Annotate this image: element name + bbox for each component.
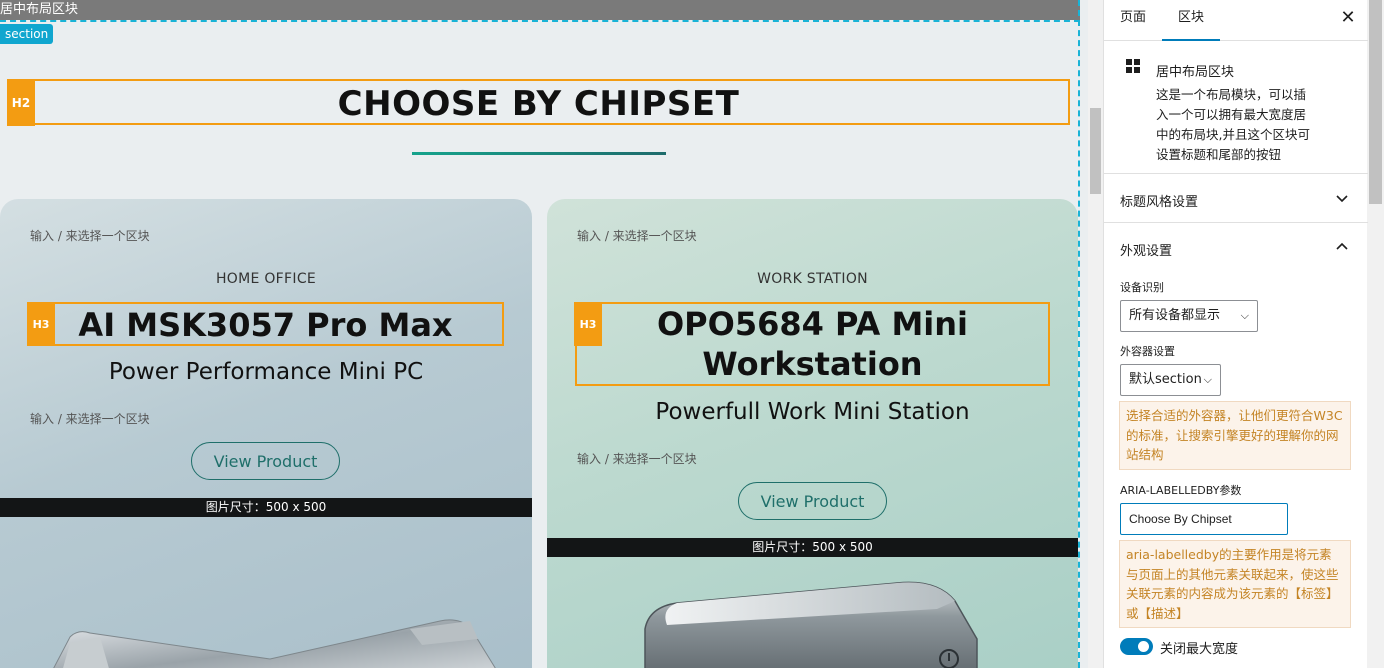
block-title: 居中布局区块: [1156, 65, 1235, 80]
block-description: 这是一个布局模块，可以插入一个可以拥有最大宽度居中的布局块,并且这个区块可设置标…: [1156, 87, 1310, 162]
device-select-value: 所有设备都显示: [1129, 308, 1221, 323]
block-insert-hint[interactable]: 输入 / 来选择一个区块: [30, 227, 150, 244]
h3-tag: H3: [574, 302, 602, 346]
h3-tag: H3: [27, 302, 55, 346]
tab-block[interactable]: 区块: [1162, 0, 1221, 41]
product-subtitle[interactable]: Powerfull Work Mini Station: [547, 399, 1078, 425]
grid-icon: [1126, 59, 1140, 73]
block-card: 居中布局区块 这是一个布局模块，可以插入一个可以拥有最大宽度居中的布局块,并且这…: [1104, 41, 1368, 174]
selection-outline-right: [1078, 0, 1080, 668]
block-label[interactable]: 居中布局区块: [0, 2, 78, 18]
product-title[interactable]: OPO5684 PA Mini Workstation: [575, 304, 1050, 384]
max-width-toggle[interactable]: [1120, 638, 1153, 655]
canvas-scrollbar-thumb[interactable]: [1090, 108, 1101, 194]
device-label: 设备识别: [1120, 281, 1164, 294]
editor-canvas: 居中布局区块 section CHOOSE BY CHIPSET H2 输入 /…: [0, 0, 1088, 668]
product-card[interactable]: 输入 / 来选择一个区块 HOME OFFICE AI MSK3057 Pro …: [0, 199, 532, 668]
tab-page[interactable]: 页面: [1104, 0, 1162, 41]
accordion-appearance[interactable]: 外观设置: [1104, 223, 1368, 272]
block-insert-hint[interactable]: 输入 / 来选择一个区块: [30, 410, 150, 427]
selection-outline-top: [0, 20, 1080, 22]
chevron-down-icon: [1336, 195, 1348, 203]
accordion-title-style[interactable]: 标题风格设置: [1104, 174, 1368, 223]
aria-labelledby-input[interactable]: [1120, 503, 1288, 535]
container-select-value: 默认section: [1129, 372, 1202, 387]
chevron-down-icon: ⌵: [1240, 309, 1249, 322]
aria-notice: aria-labelledby的主要作用是将元素与页面上的其他元素关联起来，使这…: [1119, 540, 1351, 628]
view-product-button[interactable]: View Product: [191, 442, 340, 480]
block-inspector: 页面 区块 ✕ 居中布局区块 这是一个布局模块，可以插入一个可以拥有最大宽度居中…: [1103, 0, 1368, 668]
accordion-label: 外观设置: [1120, 244, 1173, 259]
inspector-tabs: 页面 区块 ✕: [1104, 0, 1368, 41]
product-title-line2: Workstation: [702, 345, 923, 383]
section-heading[interactable]: CHOOSE BY CHIPSET: [7, 80, 1070, 126]
container-select[interactable]: 默认section ⌵: [1120, 364, 1221, 396]
container-notice: 选择合适的外容器，让他们更符合W3C的标准，让搜索引擎更好的理解你的网站结构: [1119, 401, 1351, 470]
image-size-bar: 图片尺寸：500 x 500: [0, 498, 532, 517]
workstation-image[interactable]: [637, 579, 987, 668]
canvas-scrollbar[interactable]: [1088, 0, 1103, 668]
toggle-label: 关闭最大宽度: [1160, 642, 1239, 657]
h2-tag: H2: [7, 80, 35, 126]
view-product-button[interactable]: View Product: [738, 482, 887, 520]
product-title-line1: OPO5684 PA Mini: [656, 305, 969, 343]
product-title[interactable]: AI MSK3057 Pro Max: [27, 303, 504, 347]
mini-pc-image[interactable]: [30, 599, 510, 668]
block-toolbar: 居中布局区块: [0, 0, 1080, 20]
block-insert-hint[interactable]: 输入 / 来选择一个区块: [577, 227, 697, 244]
toggle-knob: [1138, 641, 1149, 652]
product-category[interactable]: HOME OFFICE: [0, 271, 532, 287]
block-insert-hint[interactable]: 输入 / 来选择一个区块: [577, 450, 697, 467]
close-icon[interactable]: ✕: [1336, 7, 1360, 31]
heading-underline: [412, 152, 666, 155]
chevron-up-icon: [1336, 242, 1348, 250]
image-size-bar: 图片尺寸：500 x 500: [547, 538, 1078, 557]
container-label: 外容器设置: [1120, 345, 1175, 358]
product-card[interactable]: 输入 / 来选择一个区块 WORK STATION OPO5684 PA Min…: [547, 199, 1078, 668]
accordion-label: 标题风格设置: [1120, 195, 1199, 210]
section-badge[interactable]: section: [0, 24, 54, 44]
device-select[interactable]: 所有设备都显示 ⌵: [1120, 300, 1258, 332]
product-subtitle[interactable]: Power Performance Mini PC: [0, 359, 532, 385]
product-category[interactable]: WORK STATION: [547, 271, 1078, 287]
chevron-down-icon: ⌵: [1203, 373, 1212, 386]
aria-label: ARIA-LABELLEDBY参数: [1120, 484, 1242, 497]
panel-scrollbar-thumb[interactable]: [1369, 0, 1382, 204]
